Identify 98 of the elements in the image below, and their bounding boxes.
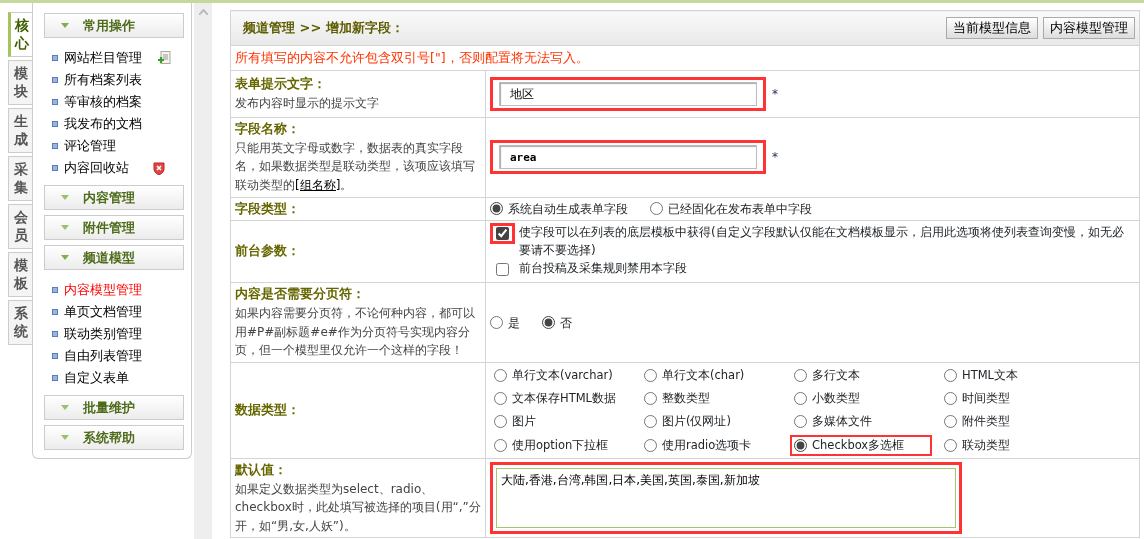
radio-label[interactable]: 小数类型 bbox=[812, 390, 860, 408]
required-mark: * bbox=[772, 149, 778, 167]
required-mark: * bbox=[772, 86, 778, 103]
delete-icon[interactable] bbox=[153, 161, 165, 175]
text-area[interactable]: 大陆,香港,台湾,韩国,日本,美国,英国,泰国,新加坡 bbox=[496, 468, 956, 529]
caret-icon bbox=[61, 23, 69, 28]
notice-text: 所有填写的内容不允许包含双引号["]，否则配置将无法写入。 bbox=[235, 49, 589, 65]
header-button[interactable]: 内容模型管理 bbox=[1043, 16, 1135, 40]
sidebar-item[interactable]: 评论管理 bbox=[52, 135, 116, 157]
radio-label[interactable]: Checkbox多选框 bbox=[812, 436, 905, 454]
radio-label[interactable]: 图片(仅网址) bbox=[662, 413, 731, 431]
radio-label[interactable]: 已经固化在发布表单中字段 bbox=[668, 199, 812, 218]
radio-button[interactable] bbox=[494, 438, 507, 452]
radio-button[interactable] bbox=[944, 438, 957, 452]
sidebar-item[interactable]: 单页文档管理 bbox=[52, 301, 142, 323]
radio-button[interactable] bbox=[794, 438, 807, 452]
group-header[interactable]: 常用操作 bbox=[44, 13, 184, 38]
caret-icon bbox=[61, 195, 69, 200]
radio-label[interactable]: 单行文本(char) bbox=[662, 366, 745, 385]
caret-icon bbox=[61, 225, 69, 230]
radio-button[interactable] bbox=[644, 415, 657, 429]
caret-icon bbox=[61, 435, 69, 440]
side-tab[interactable]: 模块 bbox=[8, 60, 32, 105]
radio-label[interactable]: 是 bbox=[508, 313, 520, 332]
sidebar-item[interactable]: 内容回收站 bbox=[52, 157, 129, 179]
group-name-link[interactable]: [组名称] bbox=[295, 177, 341, 192]
checkbox-label[interactable]: 前台投稿及采集规则禁用本字段 bbox=[519, 259, 687, 278]
side-tab[interactable]: 模板 bbox=[8, 252, 32, 297]
header-button[interactable]: 当前模型信息 bbox=[946, 16, 1038, 40]
radio-label[interactable]: 多行文本 bbox=[812, 366, 860, 385]
field-label: 前台参数： bbox=[235, 242, 301, 261]
side-tab[interactable]: 采集 bbox=[8, 156, 32, 201]
radio-label[interactable]: 时间类型 bbox=[962, 390, 1010, 408]
field-label: 内容是否需要分页符： bbox=[235, 285, 366, 304]
radio-label[interactable]: 图片 bbox=[512, 413, 536, 431]
side-tab[interactable]: 核心 bbox=[8, 12, 32, 57]
side-tab[interactable]: 生成 bbox=[8, 108, 32, 153]
radio-button[interactable] bbox=[794, 368, 807, 382]
radio-label[interactable]: 整数类型 bbox=[662, 390, 710, 408]
field-description: 发布内容时显示的提示文字 bbox=[235, 95, 380, 113]
radio-button[interactable] bbox=[644, 368, 657, 382]
radio-label[interactable]: HTML文本 bbox=[962, 366, 1018, 385]
side-tab[interactable]: 会员 bbox=[8, 204, 32, 249]
radio-button[interactable] bbox=[944, 392, 957, 406]
checkbox[interactable] bbox=[496, 227, 509, 241]
caret-icon bbox=[61, 405, 69, 410]
add-document-icon[interactable] bbox=[158, 51, 171, 65]
sidebar-item[interactable]: 内容模型管理 bbox=[52, 279, 142, 301]
field-description: 如果定义数据类型为select、radio、checkbox时，此处填写被选择的项目(用“,”分开，如“男,女,人妖”)。 bbox=[235, 480, 481, 535]
group-header[interactable]: 附件管理 bbox=[44, 215, 184, 240]
radio-button[interactable] bbox=[490, 202, 503, 216]
radio-label[interactable]: 文本保存HTML数据 bbox=[512, 390, 616, 408]
checkbox[interactable] bbox=[496, 263, 509, 277]
field-description: 如果内容需要分页符，不论何种内容，都可以用#P#副标题#e#作为分页符号实现内容分页，但一个模型里仅允许一个这样的字段！ bbox=[235, 305, 476, 360]
field-label: 字段名称： bbox=[235, 120, 301, 138]
sidebar-item[interactable]: 等审核的档案 bbox=[52, 91, 142, 113]
radio-label[interactable]: 系统自动生成表单字段 bbox=[508, 199, 628, 218]
radio-label[interactable]: 否 bbox=[560, 313, 572, 332]
group-header[interactable]: 内容管理 bbox=[44, 185, 184, 210]
sidebar-item[interactable]: 自由列表管理 bbox=[52, 345, 142, 367]
field-label: 数据类型： bbox=[235, 400, 301, 419]
radio-button[interactable] bbox=[944, 415, 957, 429]
radio-button[interactable] bbox=[494, 368, 507, 382]
sidebar-item[interactable]: 所有档案列表 bbox=[52, 69, 142, 91]
radio-button[interactable] bbox=[494, 392, 507, 406]
field-label: 字段类型： bbox=[235, 199, 301, 218]
group-header[interactable]: 系统帮助 bbox=[44, 425, 184, 450]
sidebar-item[interactable]: 网站栏目管理 bbox=[52, 47, 142, 69]
scrollbar[interactable] bbox=[194, 3, 212, 539]
breadcrumb: 频道管理 >> 增加新字段： bbox=[243, 19, 404, 38]
caret-icon bbox=[61, 255, 69, 260]
radio-button[interactable] bbox=[644, 392, 657, 406]
group-header[interactable]: 频道模型 bbox=[44, 245, 184, 270]
radio-label[interactable]: 联动类型 bbox=[962, 436, 1010, 454]
radio-button[interactable] bbox=[944, 368, 957, 382]
radio-label[interactable]: 使用option下拉框 bbox=[512, 436, 609, 454]
field-label: 默认值： bbox=[235, 460, 288, 479]
radio-button[interactable] bbox=[794, 392, 807, 406]
checkbox-label[interactable]: 使字段可以在列表的底层模板中获得(自定义字段默认仅能在文档模板显示，启用此选项将使列表查询变慢，如无必要请不要选择) bbox=[519, 223, 1135, 260]
radio-button[interactable] bbox=[794, 415, 807, 429]
radio-button[interactable] bbox=[542, 316, 555, 330]
sidebar-item[interactable]: 我发布的文档 bbox=[52, 113, 142, 135]
field-label: 表单提示文字： bbox=[235, 75, 327, 94]
field-description: 只能用英文字母或数字，数据表的真实字段名，如果数据类型是联动类型，该项应该填写联动类型的[组名称]。 bbox=[235, 139, 476, 194]
text-field[interactable]: 地区 bbox=[499, 82, 757, 106]
radio-button[interactable] bbox=[494, 415, 507, 429]
radio-label[interactable]: 多媒体文件 bbox=[812, 413, 872, 431]
sidebar-item[interactable]: 联动类别管理 bbox=[52, 323, 142, 345]
side-tab[interactable]: 系统 bbox=[8, 300, 32, 345]
radio-button[interactable] bbox=[644, 438, 657, 452]
group-header[interactable]: 批量维护 bbox=[44, 395, 184, 420]
sidebar-item[interactable]: 自定义表单 bbox=[52, 367, 129, 389]
radio-label[interactable]: 使用radio选项卡 bbox=[662, 436, 752, 454]
radio-button[interactable] bbox=[650, 202, 663, 216]
radio-button[interactable] bbox=[490, 316, 503, 330]
radio-label[interactable]: 单行文本(varchar) bbox=[512, 366, 613, 385]
radio-label[interactable]: 附件类型 bbox=[962, 413, 1010, 431]
text-field[interactable]: area bbox=[499, 145, 757, 170]
